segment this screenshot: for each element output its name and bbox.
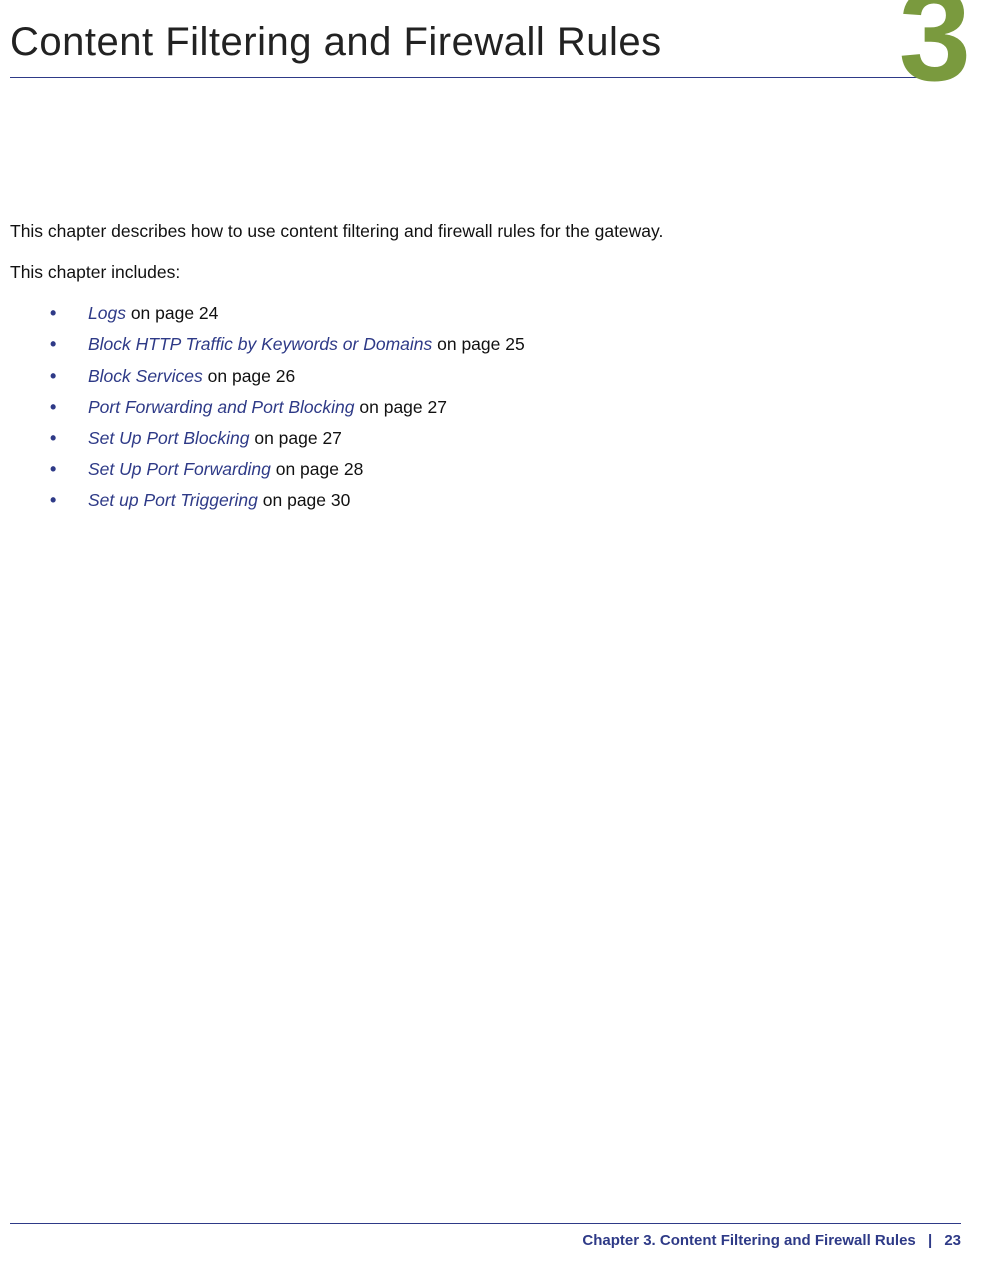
- page-footer: Chapter 3. Content Filtering and Firewal…: [10, 1223, 961, 1249]
- title-divider: [10, 77, 931, 78]
- toc-item: • Set up Port Triggering on page 30: [50, 487, 931, 514]
- toc-page-ref: on page 27: [249, 428, 341, 448]
- toc-link[interactable]: Port Forwarding and Port Blocking: [88, 397, 355, 417]
- bullet-icon: •: [50, 456, 56, 484]
- bullet-icon: •: [50, 300, 56, 328]
- toc-link[interactable]: Block Services: [88, 366, 203, 386]
- footer-chapter-label: Chapter 3. Content Filtering and Firewal…: [582, 1232, 915, 1249]
- toc-link[interactable]: Set Up Port Forwarding: [88, 459, 271, 479]
- toc-link[interactable]: Set up Port Triggering: [88, 490, 258, 510]
- footer-text: Chapter 3. Content Filtering and Firewal…: [10, 1232, 961, 1249]
- footer-page-number: 23: [944, 1232, 961, 1249]
- bullet-icon: •: [50, 425, 56, 453]
- bullet-icon: •: [50, 394, 56, 422]
- bullet-icon: •: [50, 331, 56, 359]
- toc-list: • Logs on page 24 • Block HTTP Traffic b…: [10, 300, 931, 514]
- intro-paragraph-2: This chapter includes:: [10, 259, 931, 286]
- footer-divider: [10, 1223, 961, 1224]
- bullet-icon: •: [50, 487, 56, 515]
- body-content: This chapter describes how to use conten…: [10, 218, 931, 518]
- footer-separator: |: [928, 1232, 932, 1249]
- toc-page-ref: on page 26: [203, 366, 295, 386]
- chapter-number: 3: [899, 0, 971, 100]
- toc-item: • Set Up Port Blocking on page 27: [50, 425, 931, 452]
- toc-item: • Block HTTP Traffic by Keywords or Doma…: [50, 331, 931, 358]
- toc-link[interactable]: Logs: [88, 303, 126, 323]
- chapter-header: Content Filtering and Firewall Rules 3: [10, 0, 931, 78]
- toc-item: • Block Services on page 26: [50, 363, 931, 390]
- chapter-title: Content Filtering and Firewall Rules: [10, 20, 931, 77]
- toc-item: • Logs on page 24: [50, 300, 931, 327]
- toc-page-ref: on page 25: [432, 334, 524, 354]
- toc-page-ref: on page 28: [271, 459, 363, 479]
- toc-link[interactable]: Block HTTP Traffic by Keywords or Domain…: [88, 334, 432, 354]
- toc-page-ref: on page 24: [126, 303, 218, 323]
- toc-item: • Port Forwarding and Port Blocking on p…: [50, 394, 931, 421]
- toc-page-ref: on page 30: [258, 490, 350, 510]
- toc-page-ref: on page 27: [355, 397, 447, 417]
- bullet-icon: •: [50, 363, 56, 391]
- toc-item: • Set Up Port Forwarding on page 28: [50, 456, 931, 483]
- toc-link[interactable]: Set Up Port Blocking: [88, 428, 249, 448]
- intro-paragraph-1: This chapter describes how to use conten…: [10, 218, 931, 245]
